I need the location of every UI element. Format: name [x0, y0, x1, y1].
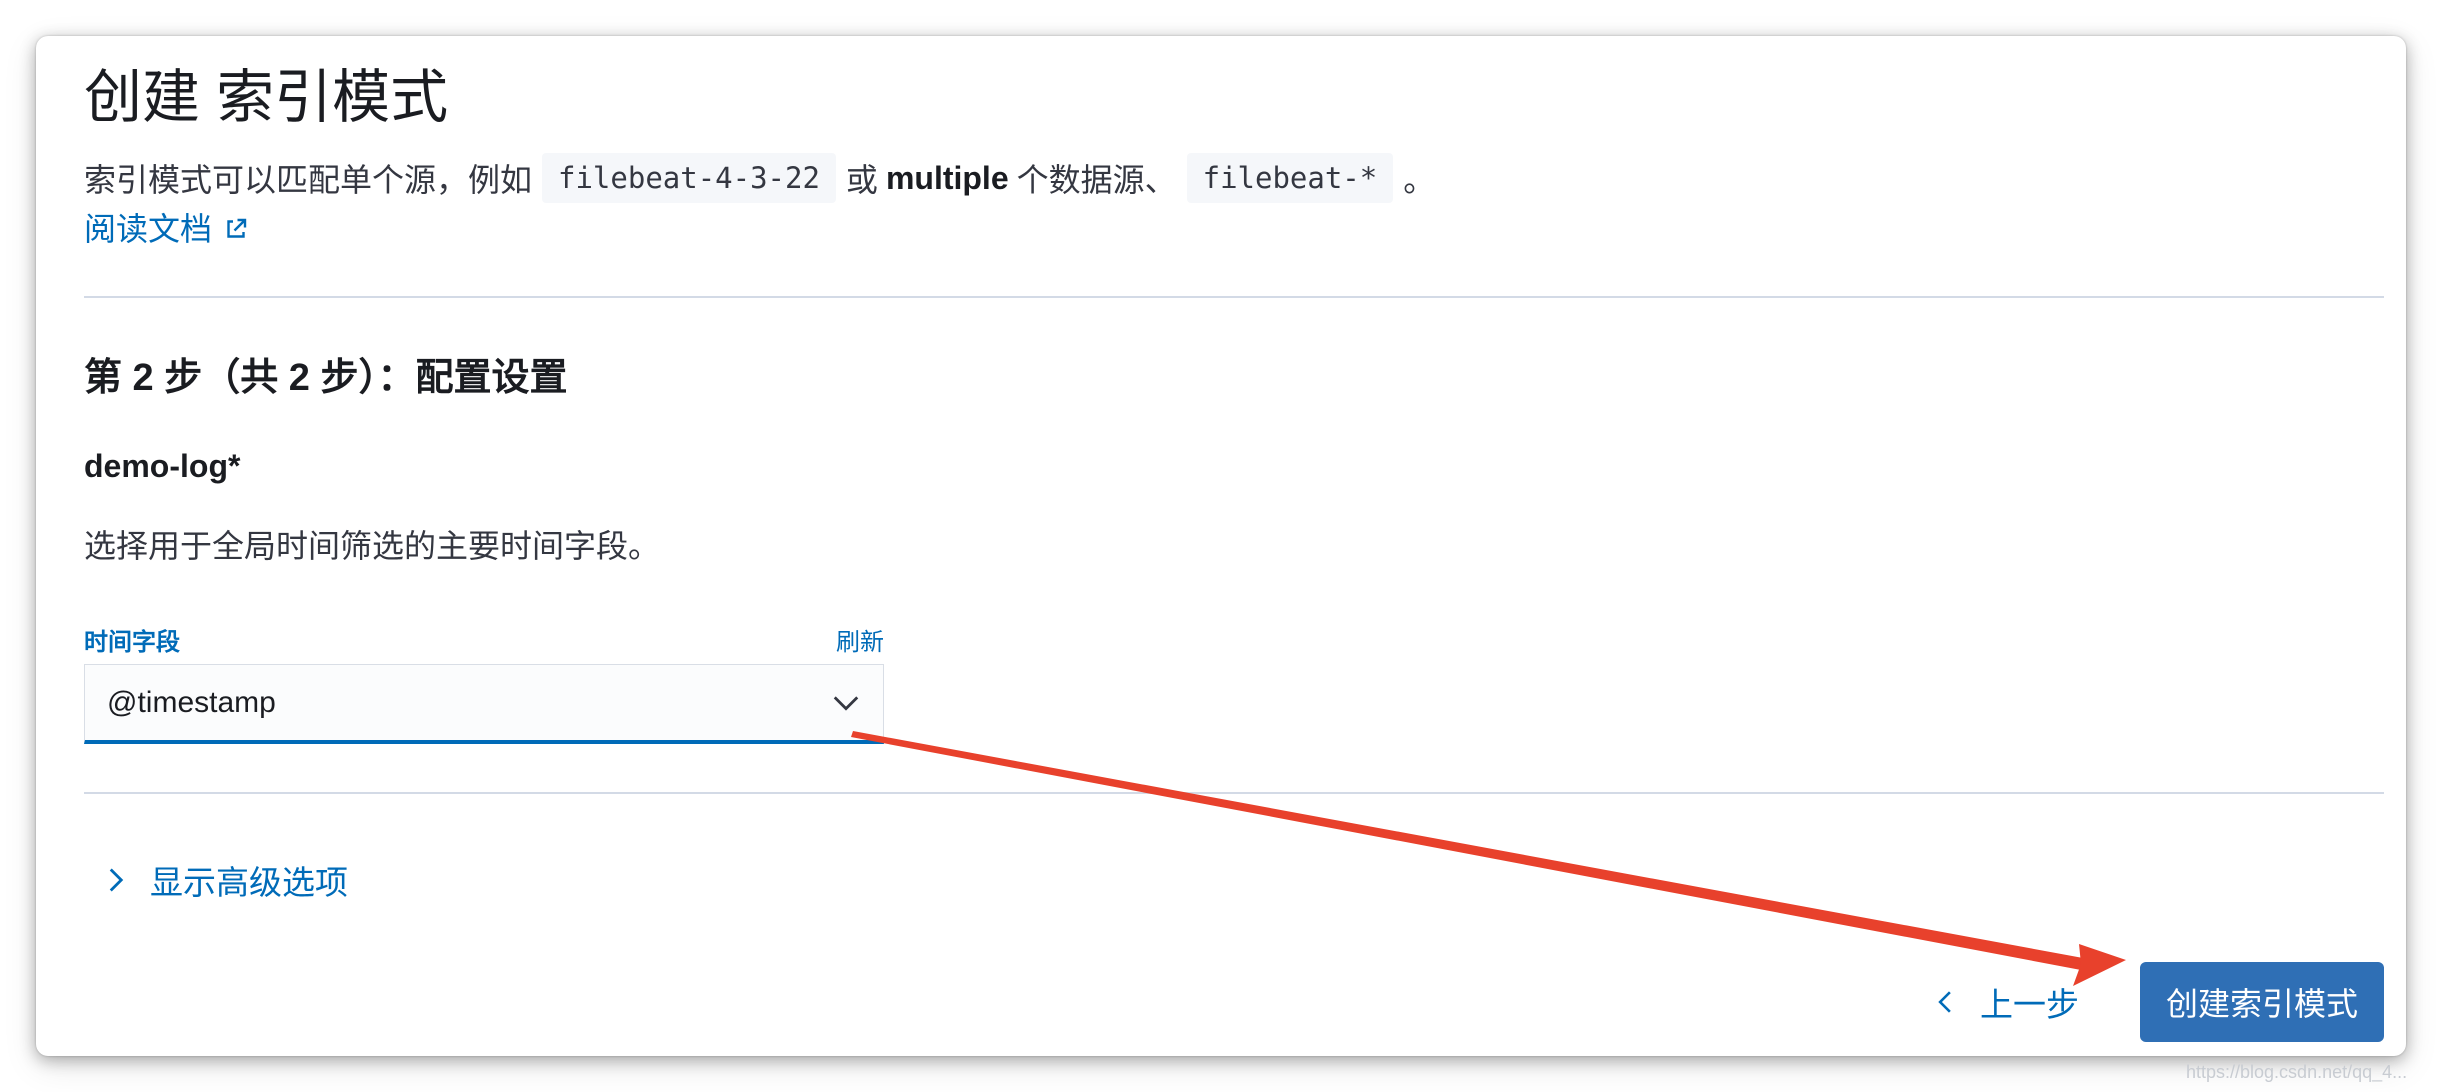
example-single-source-code: filebeat-4-3-22: [542, 153, 836, 203]
description-prefix: 索引模式可以匹配单个源，例如: [84, 162, 533, 198]
chevron-down-icon: [833, 695, 859, 711]
example-multiple-source-code: filebeat-*: [1186, 153, 1394, 203]
read-docs-link[interactable]: 阅读文档: [84, 204, 248, 250]
description-multiple: multiple: [885, 159, 1009, 196]
index-pattern-name: demo-log*: [84, 448, 241, 484]
header-divider: [84, 296, 2384, 298]
page-title: 创建 索引模式: [84, 65, 449, 130]
watermark-text: https://blog.csdn.net/qq_4...: [2186, 1062, 2408, 1082]
description-suffix: 。: [1403, 162, 1436, 198]
back-button-label: 上一步: [1980, 986, 2079, 1023]
step-title: 第 2 步（共 2 步）：配置设置: [84, 357, 568, 399]
chevron-right-icon: [109, 868, 124, 892]
external-link-icon: [227, 218, 247, 238]
time-field-label: 时间字段: [84, 629, 180, 656]
show-advanced-options-label: 显示高级选项: [150, 864, 348, 901]
description-middle: 个数据源、: [1016, 162, 1177, 198]
description-or: 或: [845, 162, 878, 198]
screenshot-canvas: 创建 索引模式 索引模式可以匹配单个源，例如 filebeat-4-3-22 或…: [0, 0, 2442, 1092]
time-field-selected-value: @timestamp: [107, 685, 276, 719]
chevron-left-icon: [1938, 991, 1951, 1013]
form-divider: [84, 792, 2384, 794]
back-button[interactable]: 上一步: [1932, 978, 2079, 1026]
create-index-pattern-button[interactable]: 创建索引模式: [2140, 962, 2384, 1042]
read-docs-label: 阅读文档: [84, 211, 213, 247]
time-field-select[interactable]: @timestamp: [84, 664, 884, 744]
show-advanced-options-toggle[interactable]: 显示高级选项: [102, 856, 348, 904]
page-description: 索引模式可以匹配单个源，例如 filebeat-4-3-22 或 multipl…: [84, 148, 1435, 208]
time-field-help-text: 选择用于全局时间筛选的主要时间字段。: [84, 528, 661, 564]
refresh-link[interactable]: 刷新: [836, 622, 884, 657]
